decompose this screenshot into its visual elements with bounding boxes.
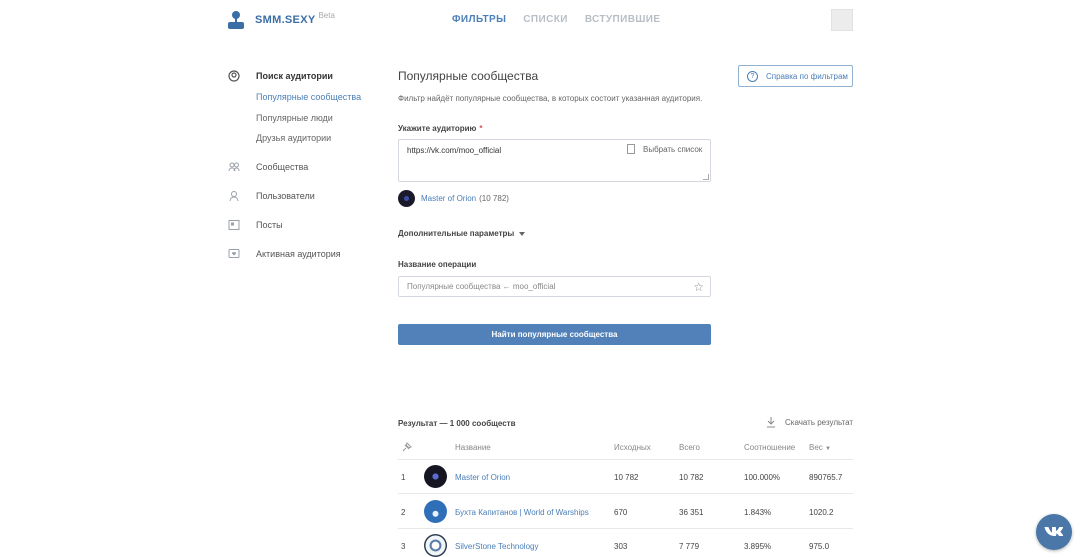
user-avatar[interactable]	[831, 9, 853, 31]
sidebar-item-label: Пользователи	[256, 191, 315, 201]
pin-column-icon[interactable]	[401, 442, 412, 455]
download-result-button[interactable]: Скачать результат	[767, 417, 853, 428]
row-total: 10 782	[679, 473, 704, 482]
group-avatar	[398, 190, 415, 207]
filters-help-button[interactable]: ? Справка по фильтрам	[738, 65, 853, 87]
pick-list-button[interactable]: Выбрать список	[627, 144, 702, 154]
pick-list-label: Выбрать список	[643, 144, 703, 154]
required-mark: *	[479, 124, 483, 133]
download-icon	[767, 417, 775, 428]
sidebar-sub-audience-friends[interactable]: Друзья аудитории	[256, 133, 331, 143]
divider	[398, 493, 853, 494]
col-total[interactable]: Всего	[679, 443, 700, 452]
nav-filters[interactable]: ФИЛЬТРЫ	[452, 14, 506, 25]
row-weight: 975.0	[809, 542, 830, 551]
sidebar-item-search-audience[interactable]: Поиск аудитории	[228, 70, 333, 82]
post-icon	[228, 219, 240, 231]
result-title: Результат — 1 000 сообществ	[398, 419, 516, 428]
row-name[interactable]: Master of Orion	[455, 473, 510, 482]
page-title: Популярные сообщества	[398, 69, 539, 83]
group-name[interactable]: Master of Orion	[421, 194, 476, 203]
selected-group[interactable]: Master of Orion (10 782)	[398, 190, 509, 207]
find-communities-button[interactable]: Найти популярные сообщества	[398, 324, 711, 345]
top-header: SMM.SEXY Beta ФИЛЬТРЫ СПИСКИ ВСТУПИВШИЕ	[0, 0, 1080, 42]
row-total: 36 351	[679, 508, 704, 517]
row-total: 7 779	[679, 542, 700, 551]
vk-icon[interactable]	[1036, 514, 1072, 550]
row-name[interactable]: Бухта Капитанов | World of Warships	[455, 508, 589, 517]
operation-placeholder: Популярные сообщества ← moo_official	[407, 282, 556, 291]
sidebar-item-users[interactable]: Пользователи	[228, 190, 315, 202]
col-name[interactable]: Название	[455, 443, 491, 452]
row-weight: 890765.7	[809, 473, 843, 482]
row-source: 670	[614, 508, 628, 517]
star-icon[interactable]: ☆	[693, 280, 704, 294]
resize-handle[interactable]	[703, 174, 709, 180]
target-icon	[228, 70, 240, 82]
help-button-label: Справка по фильтрам	[766, 71, 848, 81]
row-name[interactable]: SilverStone Technology	[455, 542, 538, 551]
col-weight[interactable]: Вес ▼	[809, 443, 831, 452]
audience-label-text: Укажите аудиторию	[398, 124, 477, 133]
sidebar-sub-popular-communities[interactable]: Популярные сообщества	[256, 92, 361, 102]
extra-params-toggle[interactable]: Дополнительные параметры	[398, 229, 526, 238]
main-nav: ФИЛЬТРЫ СПИСКИ ВСТУПИВШИЕ	[452, 14, 660, 25]
audience-textarea[interactable]: https://vk.com/moo_official Выбрать спис…	[398, 139, 711, 182]
sidebar-item-label: Поиск аудитории	[256, 71, 333, 81]
row-avatar[interactable]	[424, 534, 447, 557]
sidebar-item-label: Активная аудитория	[256, 249, 341, 259]
people-icon	[228, 161, 240, 173]
user-icon	[228, 190, 240, 202]
operation-name-input[interactable]: Популярные сообщества ← moo_official ☆	[398, 276, 711, 297]
divider	[398, 459, 853, 460]
divider	[398, 528, 853, 529]
row-avatar[interactable]	[424, 500, 447, 523]
sidebar-item-active-audience[interactable]: Активная аудитория	[228, 248, 341, 260]
caret-down-icon	[519, 231, 526, 236]
col-weight-label: Вес	[809, 443, 823, 452]
sidebar-item-label: Сообщества	[256, 162, 309, 172]
sidebar-item-posts[interactable]: Посты	[228, 219, 283, 231]
download-label: Скачать результат	[785, 418, 854, 427]
brand-logo[interactable]: SMM.SEXY Beta	[227, 10, 335, 30]
sidebar-item-label: Посты	[256, 220, 283, 230]
nav-lists[interactable]: СПИСКИ	[523, 14, 568, 25]
audience-label: Укажите аудиторию *	[398, 124, 482, 133]
row-ratio: 100.000%	[744, 473, 781, 482]
row-source: 303	[614, 542, 628, 551]
extra-params-label: Дополнительные параметры	[398, 229, 515, 238]
page-description: Фильтр найдёт популярные сообщества, в к…	[398, 94, 703, 103]
sidebar-item-communities[interactable]: Сообщества	[228, 161, 308, 173]
sort-desc-icon: ▼	[825, 446, 831, 452]
brand-beta: Beta	[318, 10, 335, 20]
audience-value: https://vk.com/moo_official	[407, 146, 502, 155]
row-weight: 1020.2	[809, 508, 834, 517]
group-count: (10 782)	[479, 194, 509, 203]
joystick-icon	[227, 10, 245, 30]
col-ratio[interactable]: Соотношение	[744, 443, 795, 452]
row-number: 3	[401, 542, 406, 551]
document-icon	[627, 144, 635, 154]
sidebar-sub-popular-people[interactable]: Популярные люди	[256, 113, 333, 123]
brand-name: SMM.SEXY	[255, 14, 316, 26]
row-ratio: 1.843%	[744, 508, 772, 517]
col-source[interactable]: Исходных	[614, 443, 651, 452]
heart-chat-icon	[228, 248, 240, 260]
row-source: 10 782	[614, 473, 639, 482]
row-number: 2	[401, 508, 406, 517]
row-number: 1	[401, 473, 406, 482]
row-ratio: 3.895%	[744, 542, 772, 551]
nav-joined[interactable]: ВСТУПИВШИЕ	[585, 14, 661, 25]
row-avatar[interactable]	[424, 465, 447, 488]
question-icon: ?	[747, 70, 758, 82]
operation-label: Название операции	[398, 260, 477, 269]
